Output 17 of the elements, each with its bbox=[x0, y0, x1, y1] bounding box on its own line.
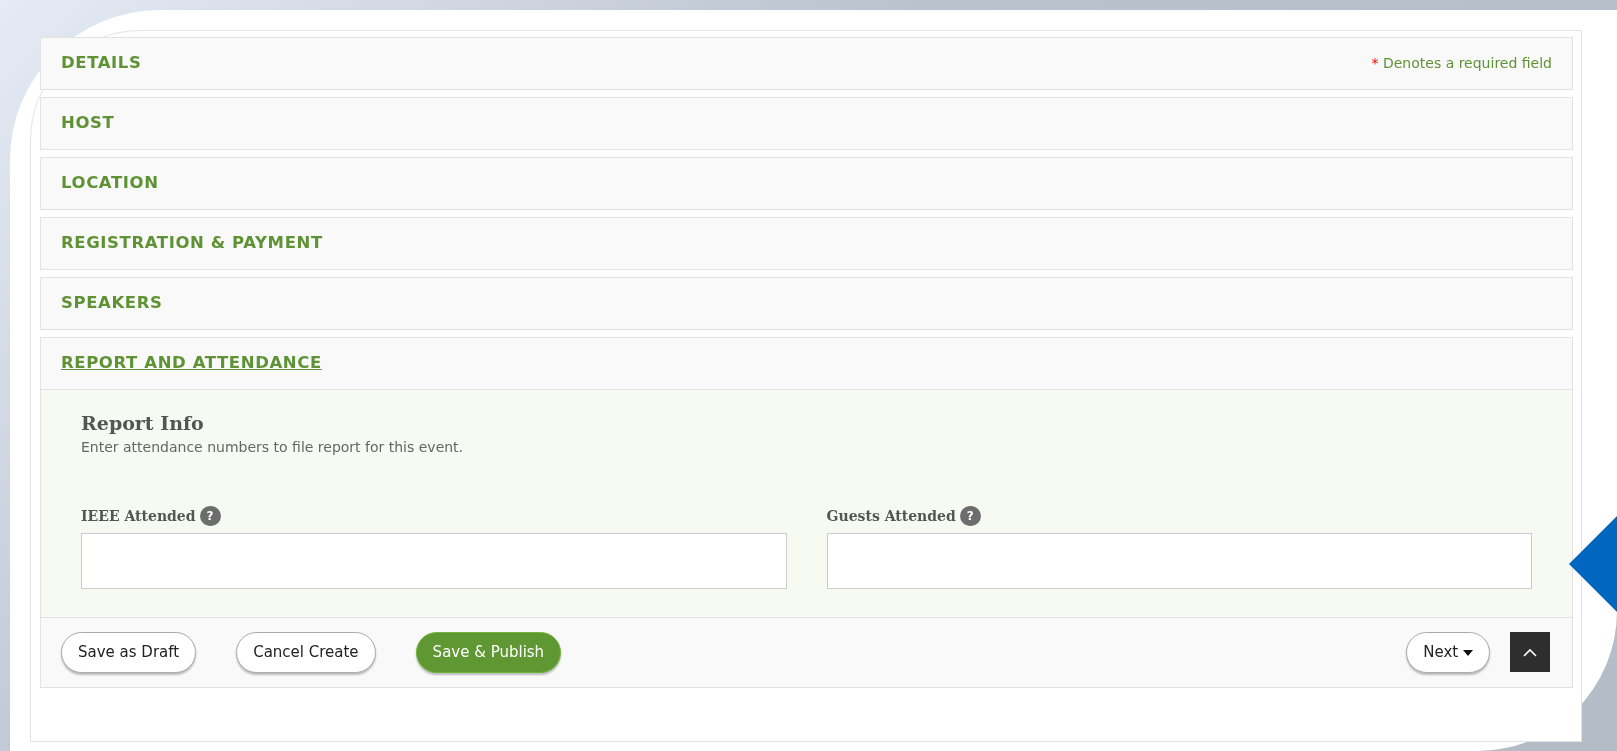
section-title-link[interactable]: SPEAKERS bbox=[61, 291, 163, 316]
action-button[interactable]: Save as Draft bbox=[61, 632, 197, 673]
help-icon[interactable]: ? bbox=[959, 506, 981, 527]
section-title-link[interactable]: REGISTRATION & PAYMENT bbox=[61, 231, 323, 256]
section-title-link[interactable]: DETAILS bbox=[61, 51, 142, 76]
section-title-link[interactable]: LOCATION bbox=[61, 171, 159, 196]
section-heading: Report Info bbox=[81, 412, 205, 435]
section-description: Enter attendance numbers to file report for this event. bbox=[81, 437, 465, 457]
field-label: IEEE Attended bbox=[81, 506, 196, 526]
help-icon[interactable]: ? bbox=[199, 506, 221, 527]
action-button[interactable]: Save & Publish bbox=[415, 632, 562, 673]
required-field-note: * Denotes a required field bbox=[1371, 54, 1552, 73]
field-label: Guests Attended bbox=[826, 506, 956, 526]
section-title-link[interactable]: REPORT AND ATTENDANCE bbox=[61, 351, 322, 376]
section-title-link[interactable]: HOST bbox=[61, 111, 115, 136]
action-button[interactable]: Cancel Create bbox=[236, 632, 376, 673]
next-button[interactable]: Next bbox=[1406, 632, 1490, 673]
